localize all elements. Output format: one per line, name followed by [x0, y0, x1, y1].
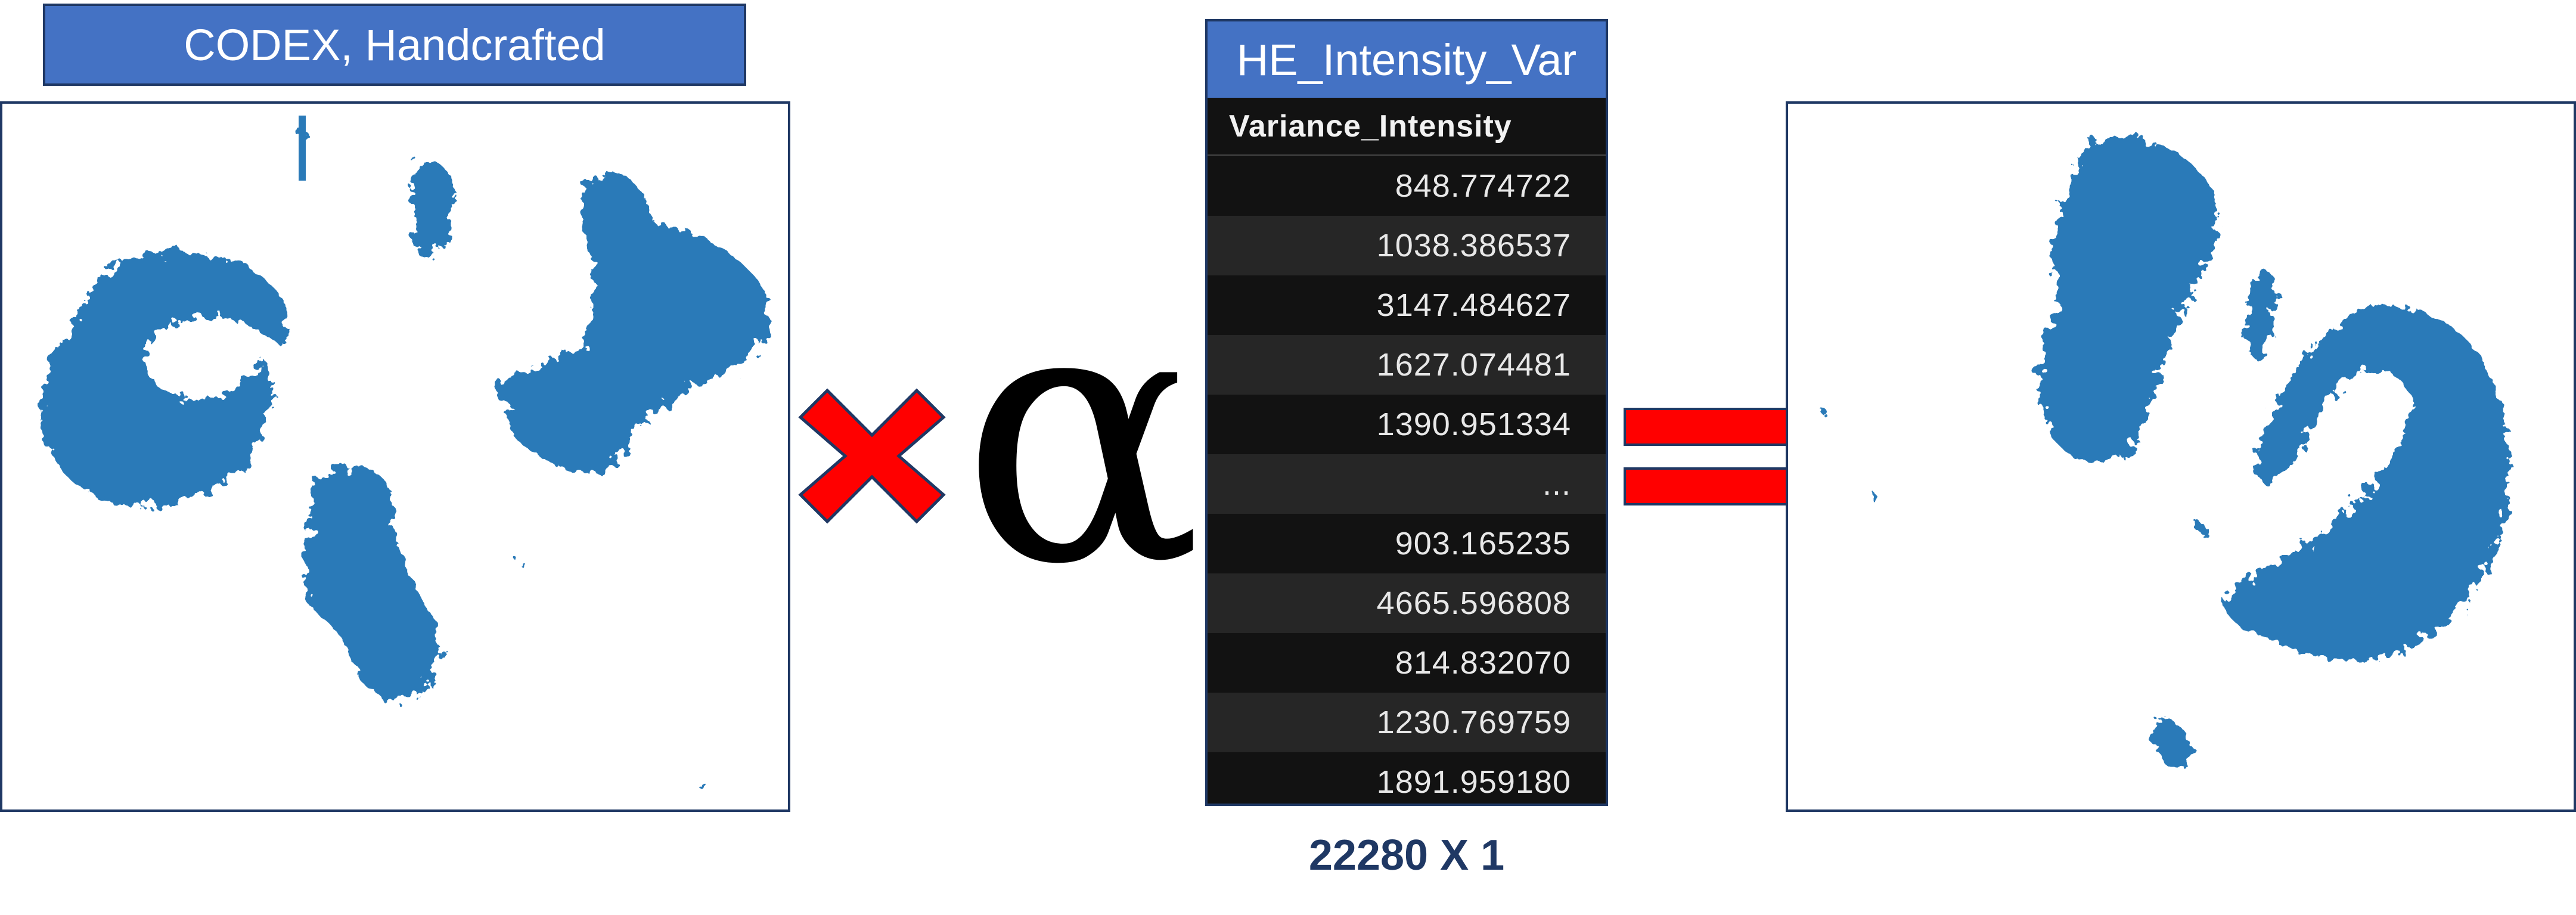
table-row: 3147.484627: [1208, 275, 1606, 335]
table-row: 4665.596808: [1208, 573, 1606, 633]
right-umap-scatter: [1821, 136, 2510, 768]
left-cluster-top-left: [42, 252, 288, 506]
variance-table: HE_Intensity_Var Variance_Intensity 848.…: [1205, 19, 1608, 806]
left-speck-bottom-right: [697, 781, 705, 789]
table-row: 1627.074481: [1208, 335, 1606, 395]
table-row: 1891.959180: [1208, 752, 1606, 804]
table-title: HE_Intensity_Var: [1208, 21, 1606, 98]
right-cluster-lower-right: [2225, 305, 2510, 662]
multiply-cross-icon: [798, 388, 946, 524]
left-cluster-top-tail: [299, 115, 306, 181]
left-cluster-right: [494, 172, 769, 473]
table-row: 814.832070: [1208, 633, 1606, 693]
right-cluster-upper-left: [2038, 136, 2218, 463]
left-panel-title: CODEX, Handcrafted: [43, 4, 746, 86]
table-row: 1390.951334: [1208, 395, 1606, 454]
table-column-header: Variance_Intensity: [1208, 98, 1606, 156]
table-dimensions-label: 22280 X 1: [1308, 832, 1505, 879]
equals-icon: [1624, 408, 1799, 505]
table-row: 1038.386537: [1208, 216, 1606, 275]
table-row: 1230.769759: [1208, 693, 1606, 752]
alpha-symbol: α: [961, 227, 1203, 643]
right-umap-panel: [1786, 101, 2576, 812]
right-cluster-sliver: [2246, 269, 2276, 359]
left-umap-panel: [0, 101, 790, 812]
left-cluster-top-center: [412, 162, 454, 258]
table-row: 848.774722: [1208, 156, 1606, 216]
left-cluster-bottom: [302, 466, 439, 700]
right-speck-top: [1821, 408, 1827, 415]
right-speck-left: [1870, 494, 1878, 501]
table-row: 903.165235: [1208, 514, 1606, 573]
left-umap-scatter: [42, 115, 769, 789]
right-speck-mid: [2198, 525, 2208, 535]
right-cluster-bottom-left: [2152, 718, 2191, 768]
left-speck-mid: [521, 563, 526, 568]
table-row: ...: [1208, 454, 1606, 514]
